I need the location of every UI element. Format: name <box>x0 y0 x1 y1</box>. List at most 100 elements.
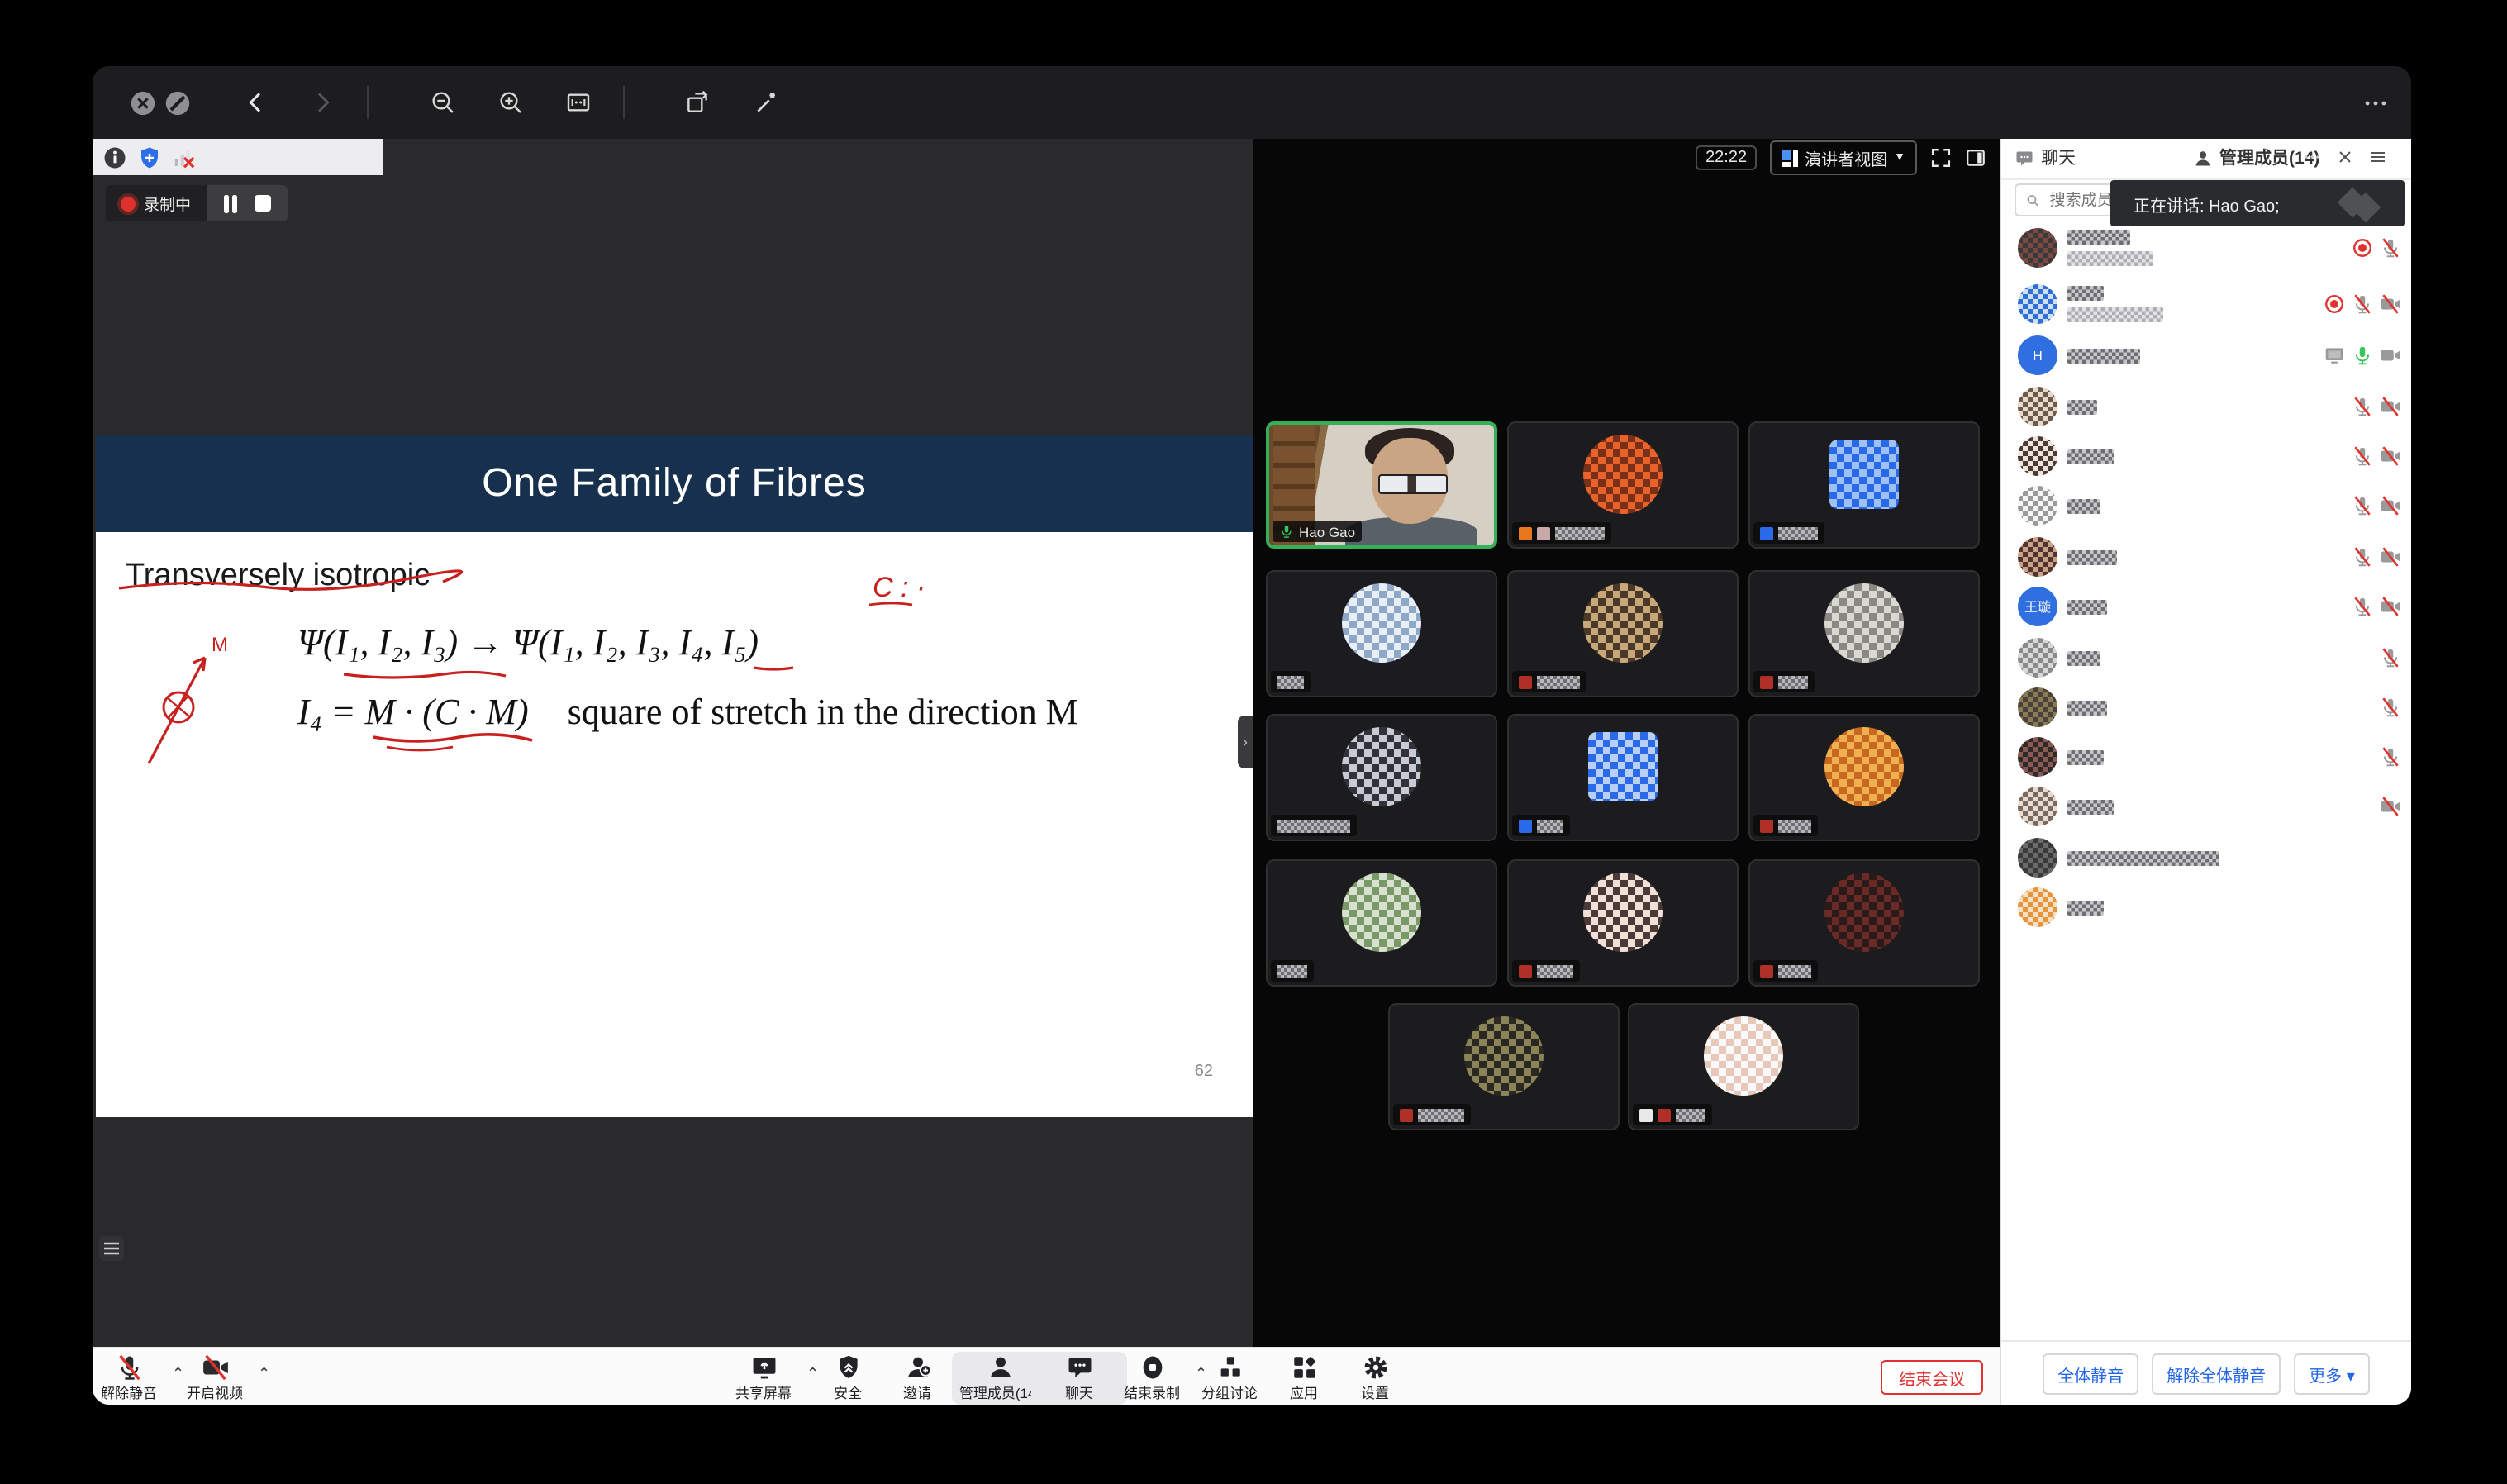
mute-all-button[interactable]: 全体静音 <box>2043 1353 2138 1394</box>
rotate-button[interactable] <box>683 88 712 117</box>
participant-row[interactable] <box>2001 635 2411 681</box>
video-tile[interactable] <box>1388 1003 1620 1130</box>
participant-avatar <box>1583 583 1663 663</box>
chevron-up-icon[interactable]: ⌃ <box>258 1365 270 1383</box>
zoom-in-button[interactable] <box>496 88 526 117</box>
video-grid-region: 22:22 演讲者视图 ▼ Hao Gao <box>1253 139 2000 1347</box>
more-menu-button[interactable] <box>2360 88 2390 117</box>
mic-off-icon <box>2380 237 2401 259</box>
participant-row[interactable] <box>2001 225 2411 271</box>
aspect-button[interactable] <box>564 88 593 117</box>
video-tile[interactable] <box>1507 421 1739 549</box>
participant-name-redacted <box>2067 498 2100 513</box>
video-tile[interactable] <box>1266 570 1497 697</box>
shield-icon <box>834 1353 862 1382</box>
video-tile[interactable] <box>1628 1003 1859 1130</box>
tile-name-badge-redacted <box>1512 815 1570 836</box>
video-tile[interactable] <box>1266 714 1497 841</box>
participant-row[interactable] <box>2001 383 2411 430</box>
fullscreen-icon[interactable] <box>1930 147 1952 169</box>
avatar-redacted <box>2018 887 2057 927</box>
tab-members[interactable]: 管理成员(14) <box>2193 145 2319 170</box>
end-meeting-button[interactable]: 结束会议 <box>1881 1360 1983 1395</box>
invite-button[interactable]: 邀请 <box>869 1352 965 1405</box>
tab-chat[interactable]: 聊天 <box>2015 145 2076 170</box>
participant-row[interactable] <box>2001 835 2411 881</box>
circle-x-button[interactable] <box>127 88 157 117</box>
circle-slash-button[interactable] <box>162 88 192 117</box>
avatar-redacted <box>2018 537 2057 577</box>
share-screen-button[interactable]: 共享屏幕 <box>716 1352 811 1405</box>
cam-off-icon <box>2380 495 2401 516</box>
tile-name-badge: Hao Gao <box>1273 521 1362 542</box>
video-tile[interactable] <box>1507 570 1739 697</box>
participant-status-icons <box>2380 746 2401 768</box>
redacted-name <box>1277 819 1350 832</box>
participant-name-redacted <box>2067 900 2104 915</box>
tab-label: 聊天 <box>2041 145 2076 170</box>
redacted-name <box>1778 675 1808 688</box>
shared-screen-region: 录制中 One Family of Fibres Transversely is… <box>93 139 1253 1347</box>
toolbar-item-label: 分组讨论 <box>1201 1383 1258 1403</box>
redacted-name <box>1778 526 1818 540</box>
avatar-redacted <box>2018 228 2057 268</box>
participant-row[interactable] <box>2001 534 2411 580</box>
participant-row[interactable] <box>2001 483 2411 529</box>
video-tile-hao-gao[interactable]: Hao Gao <box>1266 421 1497 549</box>
close-icon[interactable] <box>2335 147 2355 167</box>
participants-panel: 聊天管理成员(14) 正在讲话: Hao Gao; H王璇 全体静音解除全体静音… <box>2000 139 2411 1405</box>
pause-recording-button[interactable] <box>222 194 237 212</box>
unmute-all-button[interactable]: 解除全体静音 <box>2152 1353 2281 1394</box>
start-video-button[interactable]: 开启视频 <box>167 1352 263 1405</box>
participant-status-icons <box>2380 697 2401 718</box>
video-tile[interactable] <box>1748 570 1980 697</box>
zoom-out-button[interactable] <box>428 88 458 117</box>
video-tile[interactable] <box>1507 714 1739 841</box>
network-error-icon[interactable] <box>172 145 197 169</box>
screen: 录制中 One Family of Fibres Transversely is… <box>0 0 2507 1484</box>
video-tile[interactable] <box>1266 859 1497 987</box>
back-button[interactable] <box>241 88 271 117</box>
participant-row[interactable] <box>2001 734 2411 780</box>
participant-row[interactable] <box>2001 684 2411 730</box>
participant-row[interactable] <box>2001 281 2411 327</box>
participant-row[interactable]: 王璇 <box>2001 583 2411 630</box>
stop-recording-button[interactable] <box>254 195 270 212</box>
forward-button[interactable] <box>307 88 337 117</box>
view-mode-dropdown[interactable]: 演讲者视图 ▼ <box>1770 140 1917 175</box>
shield-plus-icon[interactable] <box>137 145 162 169</box>
recording-label: 录制中 <box>144 192 191 215</box>
hamburger-icon[interactable] <box>2368 147 2388 167</box>
person-icon <box>2193 148 2213 168</box>
video-tile[interactable] <box>1748 421 1980 549</box>
participant-name-redacted <box>2067 850 2219 865</box>
participant-status-icons <box>2352 495 2401 516</box>
more-dots-icon[interactable] <box>2302 147 2322 167</box>
tile-name-badge-redacted <box>1393 1104 1471 1125</box>
participant-row[interactable] <box>2001 783 2411 830</box>
settings-button[interactable]: 设置 <box>1327 1352 1423 1405</box>
toolbar-divider <box>623 86 625 119</box>
screen-icon <box>2324 345 2345 366</box>
panel-tabs: 聊天 管理成员(14) <box>2001 139 2411 180</box>
mic-off-icon <box>2380 647 2401 668</box>
video-tile[interactable] <box>1748 859 1980 987</box>
participant-row[interactable]: H <box>2001 332 2411 378</box>
participant-name-redacted <box>2067 251 2153 266</box>
unmute-button[interactable]: 解除静音 <box>93 1352 177 1405</box>
annotation-toolbar-toggle[interactable] <box>99 1236 124 1261</box>
participant-row[interactable] <box>2001 884 2411 930</box>
toolbar-divider <box>367 86 369 119</box>
participant-row[interactable] <box>2001 433 2411 479</box>
video-tile[interactable] <box>1748 714 1980 841</box>
info-icon[interactable] <box>102 145 127 169</box>
badge-chip-icon <box>1519 819 1532 832</box>
wand-button[interactable] <box>752 88 782 117</box>
participant-status-icons <box>2352 546 2401 568</box>
participant-status-icons <box>2324 293 2401 315</box>
mic-off-icon <box>2380 697 2401 718</box>
sidebar-toggle-icon[interactable] <box>1965 147 1986 169</box>
video-tile[interactable] <box>1507 859 1739 987</box>
more-button[interactable]: 更多 ▾ <box>2294 1353 2370 1394</box>
collapse-panel-handle[interactable]: › <box>1238 716 1253 768</box>
